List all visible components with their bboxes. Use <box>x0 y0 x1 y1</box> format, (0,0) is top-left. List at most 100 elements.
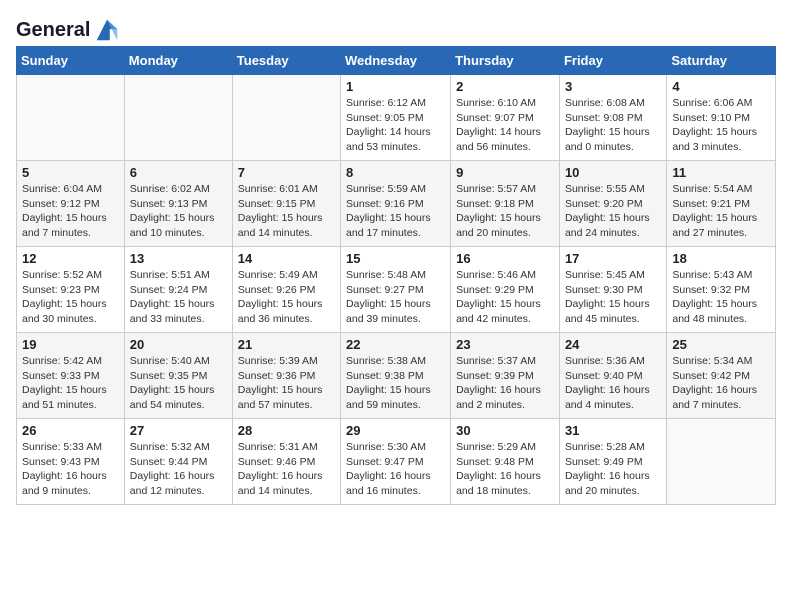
weekday-header-sunday: Sunday <box>17 47 125 75</box>
day-info: Sunrise: 5:37 AMSunset: 9:39 PMDaylight:… <box>456 354 554 413</box>
weekday-header-tuesday: Tuesday <box>232 47 340 75</box>
day-number: 6 <box>130 165 227 180</box>
day-info: Sunrise: 5:39 AMSunset: 9:36 PMDaylight:… <box>238 354 335 413</box>
day-info: Sunrise: 6:02 AMSunset: 9:13 PMDaylight:… <box>130 182 227 241</box>
day-number: 8 <box>346 165 445 180</box>
day-info: Sunrise: 5:32 AMSunset: 9:44 PMDaylight:… <box>130 440 227 499</box>
calendar-week-row: 1 Sunrise: 6:12 AMSunset: 9:05 PMDaylight… <box>17 75 776 161</box>
calendar-week-row: 12 Sunrise: 5:52 AMSunset: 9:23 PMDayligh… <box>17 247 776 333</box>
day-number: 30 <box>456 423 554 438</box>
weekday-header-thursday: Thursday <box>451 47 560 75</box>
calendar-cell: 24 Sunrise: 5:36 AMSunset: 9:40 PMDayligh… <box>559 333 666 419</box>
page-header: General <box>16 16 776 40</box>
calendar-cell: 5 Sunrise: 6:04 AMSunset: 9:12 PMDaylight… <box>17 161 125 247</box>
calendar-week-row: 5 Sunrise: 6:04 AMSunset: 9:12 PMDaylight… <box>17 161 776 247</box>
day-number: 11 <box>672 165 770 180</box>
calendar-cell <box>232 75 340 161</box>
calendar-cell: 15 Sunrise: 5:48 AMSunset: 9:27 PMDayligh… <box>341 247 451 333</box>
calendar-cell: 29 Sunrise: 5:30 AMSunset: 9:47 PMDayligh… <box>341 419 451 505</box>
day-number: 21 <box>238 337 335 352</box>
day-info: Sunrise: 5:42 AMSunset: 9:33 PMDaylight:… <box>22 354 119 413</box>
day-number: 5 <box>22 165 119 180</box>
day-info: Sunrise: 5:38 AMSunset: 9:38 PMDaylight:… <box>346 354 445 413</box>
calendar-cell: 16Sunrise: 5:46 AMSunset: 9:29 PMDayligh… <box>451 247 560 333</box>
logo: General <box>16 16 121 40</box>
calendar-cell: 1 Sunrise: 6:12 AMSunset: 9:05 PMDaylight… <box>341 75 451 161</box>
day-number: 31 <box>565 423 661 438</box>
day-number: 9 <box>456 165 554 180</box>
day-info: Sunrise: 5:31 AMSunset: 9:46 PMDaylight:… <box>238 440 335 499</box>
calendar-cell: 8 Sunrise: 5:59 AMSunset: 9:16 PMDaylight… <box>341 161 451 247</box>
calendar-cell: 27 Sunrise: 5:32 AMSunset: 9:44 PMDayligh… <box>124 419 232 505</box>
day-number: 17 <box>565 251 661 266</box>
day-info: Sunrise: 6:08 AMSunset: 9:08 PMDaylight:… <box>565 96 661 155</box>
calendar-cell: 19 Sunrise: 5:42 AMSunset: 9:33 PMDayligh… <box>17 333 125 419</box>
calendar-cell: 23 Sunrise: 5:37 AMSunset: 9:39 PMDayligh… <box>451 333 560 419</box>
calendar-cell: 6 Sunrise: 6:02 AMSunset: 9:13 PMDaylight… <box>124 161 232 247</box>
calendar-cell <box>124 75 232 161</box>
day-number: 1 <box>346 79 445 94</box>
day-info: Sunrise: 5:36 AMSunset: 9:40 PMDaylight:… <box>565 354 661 413</box>
calendar-week-row: 26Sunrise: 5:33 AMSunset: 9:43 PMDayligh… <box>17 419 776 505</box>
calendar-cell: 18Sunrise: 5:43 AMSunset: 9:32 PMDayligh… <box>667 247 776 333</box>
day-number: 29 <box>346 423 445 438</box>
day-number: 19 <box>22 337 119 352</box>
day-info: Sunrise: 5:57 AMSunset: 9:18 PMDaylight:… <box>456 182 554 241</box>
calendar-cell: 21 Sunrise: 5:39 AMSunset: 9:36 PMDayligh… <box>232 333 340 419</box>
day-number: 28 <box>238 423 335 438</box>
calendar-cell: 10Sunrise: 5:55 AMSunset: 9:20 PMDayligh… <box>559 161 666 247</box>
calendar-cell: 31 Sunrise: 5:28 AMSunset: 9:49 PMDayligh… <box>559 419 666 505</box>
day-number: 18 <box>672 251 770 266</box>
day-info: Sunrise: 5:33 AMSunset: 9:43 PMDaylight:… <box>22 440 119 499</box>
day-info: Sunrise: 6:06 AMSunset: 9:10 PMDaylight:… <box>672 96 770 155</box>
day-number: 3 <box>565 79 661 94</box>
logo-text: General <box>16 19 90 41</box>
day-info: Sunrise: 6:01 AMSunset: 9:15 PMDaylight:… <box>238 182 335 241</box>
day-number: 13 <box>130 251 227 266</box>
calendar-cell: 7Sunrise: 6:01 AMSunset: 9:15 PMDaylight… <box>232 161 340 247</box>
day-info: Sunrise: 5:34 AMSunset: 9:42 PMDaylight:… <box>672 354 770 413</box>
day-info: Sunrise: 6:12 AMSunset: 9:05 PMDaylight:… <box>346 96 445 155</box>
day-info: Sunrise: 5:30 AMSunset: 9:47 PMDaylight:… <box>346 440 445 499</box>
calendar-week-row: 19 Sunrise: 5:42 AMSunset: 9:33 PMDayligh… <box>17 333 776 419</box>
day-info: Sunrise: 6:10 AMSunset: 9:07 PMDaylight:… <box>456 96 554 155</box>
day-info: Sunrise: 5:45 AMSunset: 9:30 PMDaylight:… <box>565 268 661 327</box>
day-number: 12 <box>22 251 119 266</box>
day-info: Sunrise: 5:40 AMSunset: 9:35 PMDaylight:… <box>130 354 227 413</box>
calendar-cell <box>667 419 776 505</box>
weekday-header-wednesday: Wednesday <box>341 47 451 75</box>
weekday-header-monday: Monday <box>124 47 232 75</box>
weekday-header-row: SundayMondayTuesdayWednesdayThursdayFrid… <box>17 47 776 75</box>
day-info: Sunrise: 5:51 AMSunset: 9:24 PMDaylight:… <box>130 268 227 327</box>
calendar-cell: 17 Sunrise: 5:45 AMSunset: 9:30 PMDayligh… <box>559 247 666 333</box>
day-number: 22 <box>346 337 445 352</box>
calendar-cell: 28 Sunrise: 5:31 AMSunset: 9:46 PMDayligh… <box>232 419 340 505</box>
day-info: Sunrise: 5:46 AMSunset: 9:29 PMDaylight:… <box>456 268 554 327</box>
calendar-cell: 25Sunrise: 5:34 AMSunset: 9:42 PMDayligh… <box>667 333 776 419</box>
calendar-cell: 4 Sunrise: 6:06 AMSunset: 9:10 PMDaylight… <box>667 75 776 161</box>
day-info: Sunrise: 6:04 AMSunset: 9:12 PMDaylight:… <box>22 182 119 241</box>
weekday-header-friday: Friday <box>559 47 666 75</box>
day-info: Sunrise: 5:52 AMSunset: 9:23 PMDaylight:… <box>22 268 119 327</box>
calendar-cell: 12 Sunrise: 5:52 AMSunset: 9:23 PMDayligh… <box>17 247 125 333</box>
day-info: Sunrise: 5:54 AMSunset: 9:21 PMDaylight:… <box>672 182 770 241</box>
calendar-cell <box>17 75 125 161</box>
day-info: Sunrise: 5:49 AMSunset: 9:26 PMDaylight:… <box>238 268 335 327</box>
day-info: Sunrise: 5:59 AMSunset: 9:16 PMDaylight:… <box>346 182 445 241</box>
day-number: 15 <box>346 251 445 266</box>
day-number: 14 <box>238 251 335 266</box>
calendar-cell: 26Sunrise: 5:33 AMSunset: 9:43 PMDayligh… <box>17 419 125 505</box>
calendar-cell: 11 Sunrise: 5:54 AMSunset: 9:21 PMDayligh… <box>667 161 776 247</box>
day-number: 27 <box>130 423 227 438</box>
day-number: 4 <box>672 79 770 94</box>
day-number: 24 <box>565 337 661 352</box>
day-number: 23 <box>456 337 554 352</box>
day-info: Sunrise: 5:55 AMSunset: 9:20 PMDaylight:… <box>565 182 661 241</box>
day-info: Sunrise: 5:48 AMSunset: 9:27 PMDaylight:… <box>346 268 445 327</box>
calendar-cell: 14 Sunrise: 5:49 AMSunset: 9:26 PMDayligh… <box>232 247 340 333</box>
day-info: Sunrise: 5:29 AMSunset: 9:48 PMDaylight:… <box>456 440 554 499</box>
day-info: Sunrise: 5:28 AMSunset: 9:49 PMDaylight:… <box>565 440 661 499</box>
calendar-cell: 22 Sunrise: 5:38 AMSunset: 9:38 PMDayligh… <box>341 333 451 419</box>
weekday-header-saturday: Saturday <box>667 47 776 75</box>
calendar-cell: 9 Sunrise: 5:57 AMSunset: 9:18 PMDaylight… <box>451 161 560 247</box>
